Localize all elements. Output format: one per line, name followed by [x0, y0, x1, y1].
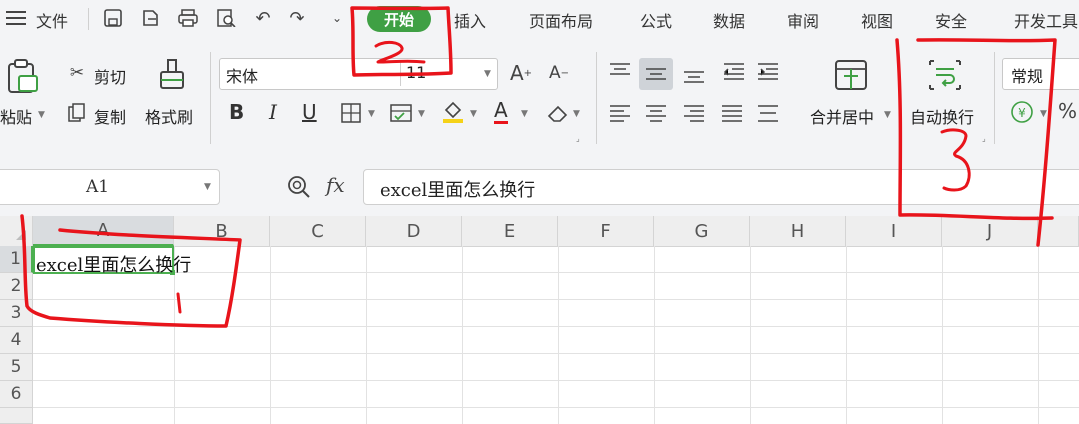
annotation-label-2: [374, 40, 426, 64]
annotation-box-3: [895, 38, 1057, 247]
annotation-box-1: [20, 214, 242, 328]
annotation-label-3: [940, 128, 971, 192]
annotation-overlay: [20, 6, 1057, 328]
annotation-box-2: [350, 6, 453, 77]
annotation-label-1: [176, 292, 182, 314]
